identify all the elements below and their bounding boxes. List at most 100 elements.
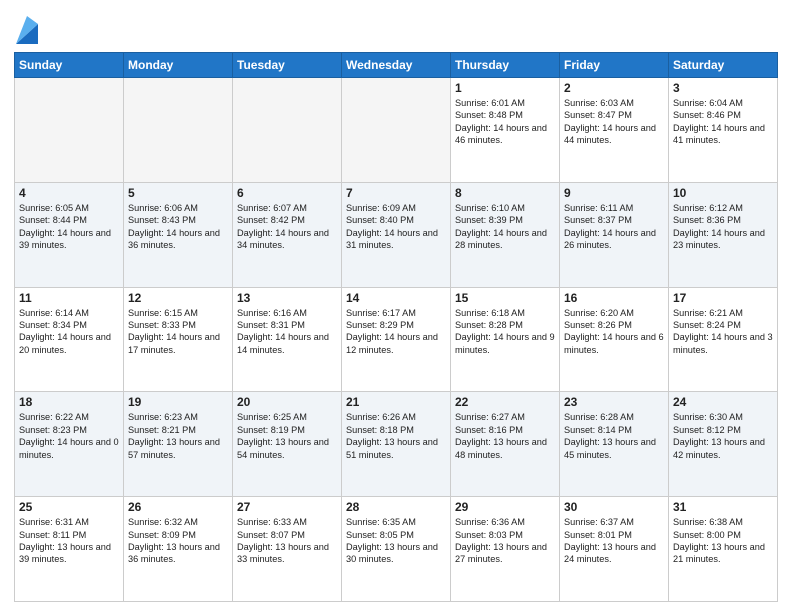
day-number: 27 — [237, 500, 337, 514]
header-monday: Monday — [124, 53, 233, 78]
day-number: 9 — [564, 186, 664, 200]
header-sunday: Sunday — [15, 53, 124, 78]
day-info: Sunrise: 6:23 AMSunset: 8:21 PMDaylight:… — [128, 411, 228, 461]
day-number: 3 — [673, 81, 773, 95]
day-number: 1 — [455, 81, 555, 95]
calendar-cell: 19Sunrise: 6:23 AMSunset: 8:21 PMDayligh… — [124, 392, 233, 497]
day-info: Sunrise: 6:16 AMSunset: 8:31 PMDaylight:… — [237, 307, 337, 357]
calendar-week-row: 25Sunrise: 6:31 AMSunset: 8:11 PMDayligh… — [15, 497, 778, 602]
day-number: 25 — [19, 500, 119, 514]
day-number: 11 — [19, 291, 119, 305]
calendar-cell: 30Sunrise: 6:37 AMSunset: 8:01 PMDayligh… — [560, 497, 669, 602]
day-info: Sunrise: 6:36 AMSunset: 8:03 PMDaylight:… — [455, 516, 555, 566]
calendar-cell — [15, 78, 124, 183]
day-info: Sunrise: 6:26 AMSunset: 8:18 PMDaylight:… — [346, 411, 446, 461]
calendar-header: Sunday Monday Tuesday Wednesday Thursday… — [15, 53, 778, 78]
calendar-cell: 20Sunrise: 6:25 AMSunset: 8:19 PMDayligh… — [233, 392, 342, 497]
day-info: Sunrise: 6:01 AMSunset: 8:48 PMDaylight:… — [455, 97, 555, 147]
calendar-cell: 5 Sunrise: 6:06 AMSunset: 8:43 PMDaylight… — [124, 182, 233, 287]
day-info: Sunrise: 6:17 AMSunset: 8:29 PMDaylight:… — [346, 307, 446, 357]
calendar-cell — [233, 78, 342, 183]
calendar-cell: 13 Sunrise: 6:16 AMSunset: 8:31 PMDayligh… — [233, 287, 342, 392]
logo-icon — [16, 16, 38, 44]
header-thursday: Thursday — [451, 53, 560, 78]
calendar-cell: 27 Sunrise: 6:33 AMSunset: 8:07 PMDayligh… — [233, 497, 342, 602]
calendar-cell: 15 Sunrise: 6:18 AMSunset: 8:28 PMDayligh… — [451, 287, 560, 392]
day-number: 30 — [564, 500, 664, 514]
day-info: Sunrise: 6:18 AMSunset: 8:28 PMDaylight:… — [455, 307, 555, 357]
day-number: 5 — [128, 186, 228, 200]
day-number: 10 — [673, 186, 773, 200]
calendar-cell: 4 Sunrise: 6:05 AMSunset: 8:44 PMDaylight… — [15, 182, 124, 287]
day-number: 14 — [346, 291, 446, 305]
day-info: Sunrise: 6:28 AMSunset: 8:14 PMDaylight:… — [564, 411, 664, 461]
calendar-cell: 12 Sunrise: 6:15 AMSunset: 8:33 PMDayligh… — [124, 287, 233, 392]
calendar: Sunday Monday Tuesday Wednesday Thursday… — [14, 52, 778, 602]
day-number: 22 — [455, 395, 555, 409]
calendar-cell: 9Sunrise: 6:11 AMSunset: 8:37 PMDaylight… — [560, 182, 669, 287]
calendar-cell: 3 Sunrise: 6:04 AMSunset: 8:46 PMDaylight… — [669, 78, 778, 183]
day-info: Sunrise: 6:21 AMSunset: 8:24 PMDaylight:… — [673, 307, 773, 357]
day-number: 21 — [346, 395, 446, 409]
day-number: 26 — [128, 500, 228, 514]
calendar-cell: 17Sunrise: 6:21 AMSunset: 8:24 PMDayligh… — [669, 287, 778, 392]
calendar-cell: 26 Sunrise: 6:32 AMSunset: 8:09 PMDayligh… — [124, 497, 233, 602]
day-info: Sunrise: 6:10 AMSunset: 8:39 PMDaylight:… — [455, 202, 555, 252]
day-number: 29 — [455, 500, 555, 514]
calendar-cell: 22 Sunrise: 6:27 AMSunset: 8:16 PMDayligh… — [451, 392, 560, 497]
calendar-cell: 18Sunrise: 6:22 AMSunset: 8:23 PMDayligh… — [15, 392, 124, 497]
day-number: 28 — [346, 500, 446, 514]
day-number: 8 — [455, 186, 555, 200]
day-number: 7 — [346, 186, 446, 200]
day-info: Sunrise: 6:38 AMSunset: 8:00 PMDaylight:… — [673, 516, 773, 566]
calendar-week-row: 11Sunrise: 6:14 AMSunset: 8:34 PMDayligh… — [15, 287, 778, 392]
page: Sunday Monday Tuesday Wednesday Thursday… — [0, 0, 792, 612]
calendar-body: 1 Sunrise: 6:01 AMSunset: 8:48 PMDaylight… — [15, 78, 778, 602]
calendar-cell: 11Sunrise: 6:14 AMSunset: 8:34 PMDayligh… — [15, 287, 124, 392]
day-number: 31 — [673, 500, 773, 514]
day-info: Sunrise: 6:15 AMSunset: 8:33 PMDaylight:… — [128, 307, 228, 357]
day-number: 15 — [455, 291, 555, 305]
day-number: 23 — [564, 395, 664, 409]
day-info: Sunrise: 6:20 AMSunset: 8:26 PMDaylight:… — [564, 307, 664, 357]
day-info: Sunrise: 6:04 AMSunset: 8:46 PMDaylight:… — [673, 97, 773, 147]
day-number: 13 — [237, 291, 337, 305]
weekday-header-row: Sunday Monday Tuesday Wednesday Thursday… — [15, 53, 778, 78]
calendar-week-row: 4 Sunrise: 6:05 AMSunset: 8:44 PMDaylight… — [15, 182, 778, 287]
day-info: Sunrise: 6:05 AMSunset: 8:44 PMDaylight:… — [19, 202, 119, 252]
header — [14, 10, 778, 44]
calendar-cell: 14 Sunrise: 6:17 AMSunset: 8:29 PMDayligh… — [342, 287, 451, 392]
calendar-cell: 1 Sunrise: 6:01 AMSunset: 8:48 PMDaylight… — [451, 78, 560, 183]
calendar-cell: 31 Sunrise: 6:38 AMSunset: 8:00 PMDayligh… — [669, 497, 778, 602]
header-saturday: Saturday — [669, 53, 778, 78]
logo — [14, 14, 38, 44]
calendar-cell: 29 Sunrise: 6:36 AMSunset: 8:03 PMDayligh… — [451, 497, 560, 602]
day-number: 4 — [19, 186, 119, 200]
day-info: Sunrise: 6:32 AMSunset: 8:09 PMDaylight:… — [128, 516, 228, 566]
day-info: Sunrise: 6:06 AMSunset: 8:43 PMDaylight:… — [128, 202, 228, 252]
calendar-cell: 23 Sunrise: 6:28 AMSunset: 8:14 PMDayligh… — [560, 392, 669, 497]
calendar-cell: 10Sunrise: 6:12 AMSunset: 8:36 PMDayligh… — [669, 182, 778, 287]
day-number: 16 — [564, 291, 664, 305]
calendar-cell: 28 Sunrise: 6:35 AMSunset: 8:05 PMDayligh… — [342, 497, 451, 602]
day-number: 2 — [564, 81, 664, 95]
day-number: 20 — [237, 395, 337, 409]
calendar-cell: 2 Sunrise: 6:03 AMSunset: 8:47 PMDaylight… — [560, 78, 669, 183]
header-tuesday: Tuesday — [233, 53, 342, 78]
calendar-cell: 16 Sunrise: 6:20 AMSunset: 8:26 PMDayligh… — [560, 287, 669, 392]
day-info: Sunrise: 6:35 AMSunset: 8:05 PMDaylight:… — [346, 516, 446, 566]
calendar-cell: 21 Sunrise: 6:26 AMSunset: 8:18 PMDayligh… — [342, 392, 451, 497]
day-number: 12 — [128, 291, 228, 305]
header-wednesday: Wednesday — [342, 53, 451, 78]
calendar-week-row: 1 Sunrise: 6:01 AMSunset: 8:48 PMDaylight… — [15, 78, 778, 183]
day-info: Sunrise: 6:22 AMSunset: 8:23 PMDaylight:… — [19, 411, 119, 461]
day-info: Sunrise: 6:27 AMSunset: 8:16 PMDaylight:… — [455, 411, 555, 461]
day-info: Sunrise: 6:33 AMSunset: 8:07 PMDaylight:… — [237, 516, 337, 566]
calendar-cell: 24Sunrise: 6:30 AMSunset: 8:12 PMDayligh… — [669, 392, 778, 497]
day-info: Sunrise: 6:09 AMSunset: 8:40 PMDaylight:… — [346, 202, 446, 252]
calendar-cell — [124, 78, 233, 183]
calendar-cell: 8 Sunrise: 6:10 AMSunset: 8:39 PMDaylight… — [451, 182, 560, 287]
day-number: 24 — [673, 395, 773, 409]
day-info: Sunrise: 6:03 AMSunset: 8:47 PMDaylight:… — [564, 97, 664, 147]
calendar-cell: 6Sunrise: 6:07 AMSunset: 8:42 PMDaylight… — [233, 182, 342, 287]
